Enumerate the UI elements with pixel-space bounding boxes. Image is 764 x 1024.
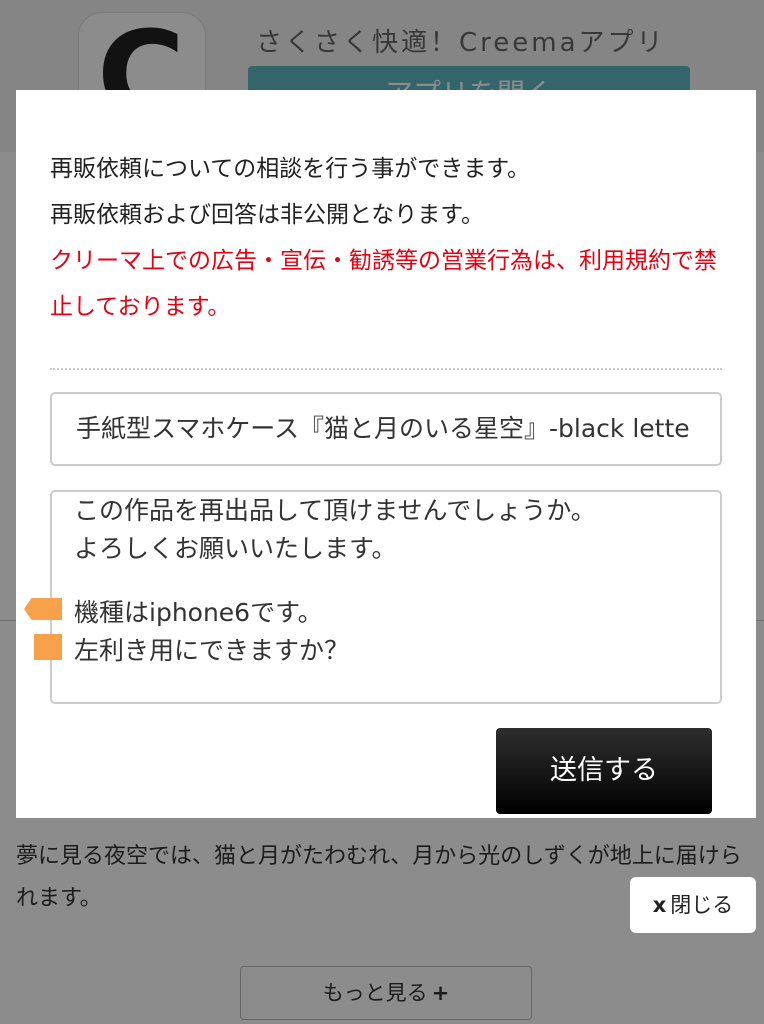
- textarea-line: よろしくお願いいたします。: [74, 534, 397, 563]
- message-line-2: 再販依頼および回答は非公開となります。: [50, 202, 485, 228]
- bookmark-tab-icon[interactable]: [34, 634, 62, 660]
- textarea-line: この作品を再出品して頂けませんでしょうか。: [74, 496, 596, 525]
- message-textarea[interactable]: この作品を再出品して頂けませんでしょうか。 よろしくお願いいたします。 機種はi…: [50, 490, 722, 704]
- title-input[interactable]: 手紙型スマホケース『猫と月のいる星空』-black lette: [50, 392, 722, 466]
- textarea-line: 左利き用にできますか？: [74, 636, 350, 665]
- close-label: 閉じる: [670, 893, 734, 917]
- warning-text: クリーマ上での広告・宣伝・勧誘等の営業行為は、利用規約で禁止しております。: [50, 248, 717, 320]
- textarea-blank-line: [74, 568, 698, 594]
- modal-message: 再販依頼についての相談を行う事ができます。 再販依頼および回答は非公開となります…: [50, 146, 726, 330]
- textarea-line: 機種はiphone6です。: [74, 598, 323, 627]
- dotted-divider: [50, 368, 722, 370]
- close-button[interactable]: x 閉じる: [630, 877, 756, 933]
- resale-request-modal: 再販依頼についての相談を行う事ができます。 再販依頼および回答は非公開となります…: [16, 90, 756, 818]
- bookmark-tab-icon[interactable]: [24, 598, 62, 620]
- close-icon: x: [652, 893, 667, 917]
- send-button[interactable]: 送信する: [496, 728, 712, 814]
- message-line-1: 再販依頼についての相談を行う事ができます。: [50, 156, 531, 182]
